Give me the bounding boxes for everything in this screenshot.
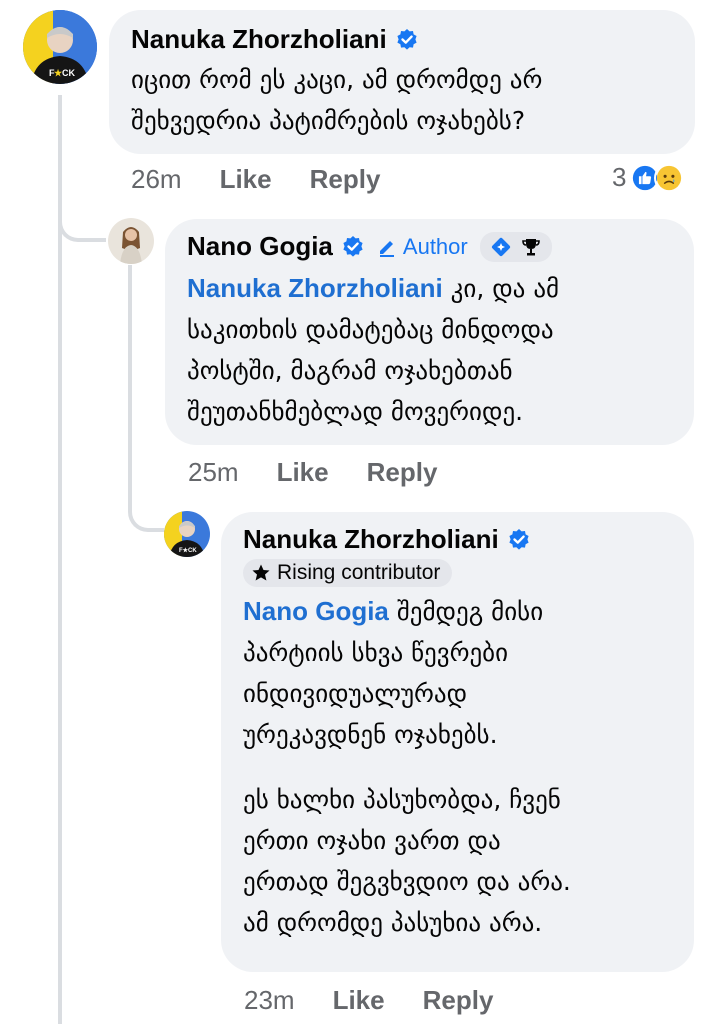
mention-link[interactable]: Nanuka Zhorzholiani	[187, 273, 443, 303]
svg-text:CK: CK	[62, 68, 75, 78]
comment-author-name[interactable]: Nanuka Zhorzholiani	[243, 524, 499, 555]
comment-header-1: Nanuka Zhorzholiani	[131, 24, 673, 55]
comment-line: ერთად შეგვხვდიო და არა.	[243, 867, 571, 896]
comment-text-3b: ეს ხალხი პასუხობდა, ჩვენ ერთი ოჯახი ვართ…	[243, 779, 672, 943]
comment-actions-1: 26m Like Reply	[131, 164, 380, 195]
comment-line: ამ დრომდე პასუხია არა.	[243, 908, 543, 937]
comment-time[interactable]: 23m	[244, 985, 295, 1016]
reaction-count: 3	[612, 162, 627, 192]
comment-text-1: იცით რომ ეს კაცი, ამ დრომდე არ შეხვედრია…	[131, 59, 673, 141]
contributor-badge-row: Rising contributor	[243, 559, 672, 587]
comment-bubble-2: Nano Gogia Author Nanuka Zhorzholiani კი…	[165, 219, 694, 445]
rising-contributor-badge[interactable]: Rising contributor	[243, 559, 453, 587]
reply-button[interactable]: Reply	[423, 985, 494, 1016]
diamond-badge-icon	[491, 237, 510, 256]
verified-badge-icon	[509, 528, 529, 550]
like-button[interactable]: Like	[277, 457, 329, 488]
thread-line-branch-2	[128, 480, 164, 532]
avatar-nanuka-small[interactable]: F★CK	[164, 511, 210, 557]
comment-line: პოსტში, მაგრამ ოჯახებთან	[187, 356, 513, 385]
author-badge: Author	[377, 234, 468, 260]
reaction-summary[interactable]: 3	[612, 162, 685, 193]
like-button[interactable]: Like	[220, 164, 272, 195]
author-badge-label: Author	[402, 233, 468, 259]
comment-time[interactable]: 26m	[131, 164, 182, 195]
comment-text-3: Nano Gogia შემდეგ მისი პარტიის სხვა წევრ…	[243, 591, 672, 755]
comment-line: პარტიის სხვა წევრები	[243, 638, 509, 667]
comment-line: შეუთანხმებლად მოვერიდე.	[187, 397, 524, 426]
comment-actions-3: 23m Like Reply	[244, 985, 493, 1016]
thread-line-sub	[128, 265, 132, 510]
comment-line: შემდეგ მისი	[396, 597, 544, 626]
avatar-image: F★CK	[164, 511, 210, 557]
verified-badge-icon	[397, 28, 417, 50]
comment-header-2: Nano Gogia Author	[187, 231, 672, 262]
comment-text-2: Nanuka Zhorzholiani კი, და ამ საკითხის დ…	[187, 268, 672, 432]
comment-author-name[interactable]: Nano Gogia	[187, 231, 333, 262]
comment-actions-2: 25m Like Reply	[188, 457, 437, 488]
comment-author-name[interactable]: Nanuka Zhorzholiani	[131, 24, 387, 55]
reply-button[interactable]: Reply	[367, 457, 438, 488]
comment-header-3: Nanuka Zhorzholiani	[243, 524, 672, 555]
comment-line: შეხვედრია პატიმრების ოჯახებს?	[131, 106, 526, 135]
comment-line: საკითხის დამატებაც მინდოდა	[187, 315, 554, 344]
mention-link[interactable]: Nano Gogia	[243, 596, 389, 626]
comment-bubble-1: Nanuka Zhorzholiani იცით რომ ეს კაცი, ამ…	[109, 10, 695, 154]
comment-line: ერთი ოჯახი ვართ და	[243, 826, 501, 855]
avatar-image	[108, 218, 154, 264]
like-button[interactable]: Like	[333, 985, 385, 1016]
badge-pill[interactable]	[479, 231, 552, 262]
avatar-nanuka[interactable]: F ★ CK	[23, 10, 97, 84]
star-icon	[252, 564, 270, 581]
thread-line-branch-1	[58, 190, 106, 242]
comment-line: ეს ხალხი პასუხობდა, ჩვენ	[243, 785, 561, 814]
sad-reaction-icon	[654, 162, 685, 193]
reply-button[interactable]: Reply	[310, 164, 381, 195]
avatar-image: F ★ CK	[23, 10, 97, 84]
avatar-nano[interactable]	[108, 218, 154, 264]
comment-time[interactable]: 25m	[188, 457, 239, 488]
comment-line: კი, და ამ	[450, 274, 560, 303]
comment-line: ურეკავდნენ ოჯახებს.	[243, 720, 498, 749]
comment-line: ინდივიდუალურად	[243, 679, 468, 708]
svg-text:F★CK: F★CK	[179, 547, 197, 554]
pencil-icon	[379, 240, 394, 257]
badge-label: Rising contributor	[277, 561, 441, 584]
comment-bubble-3: Nanuka Zhorzholiani Rising contributor N…	[221, 512, 694, 972]
verified-badge-icon	[343, 235, 363, 257]
trophy-icon	[521, 238, 540, 255]
comment-line: იცით რომ ეს კაცი, ამ დრომდე არ	[131, 65, 543, 94]
